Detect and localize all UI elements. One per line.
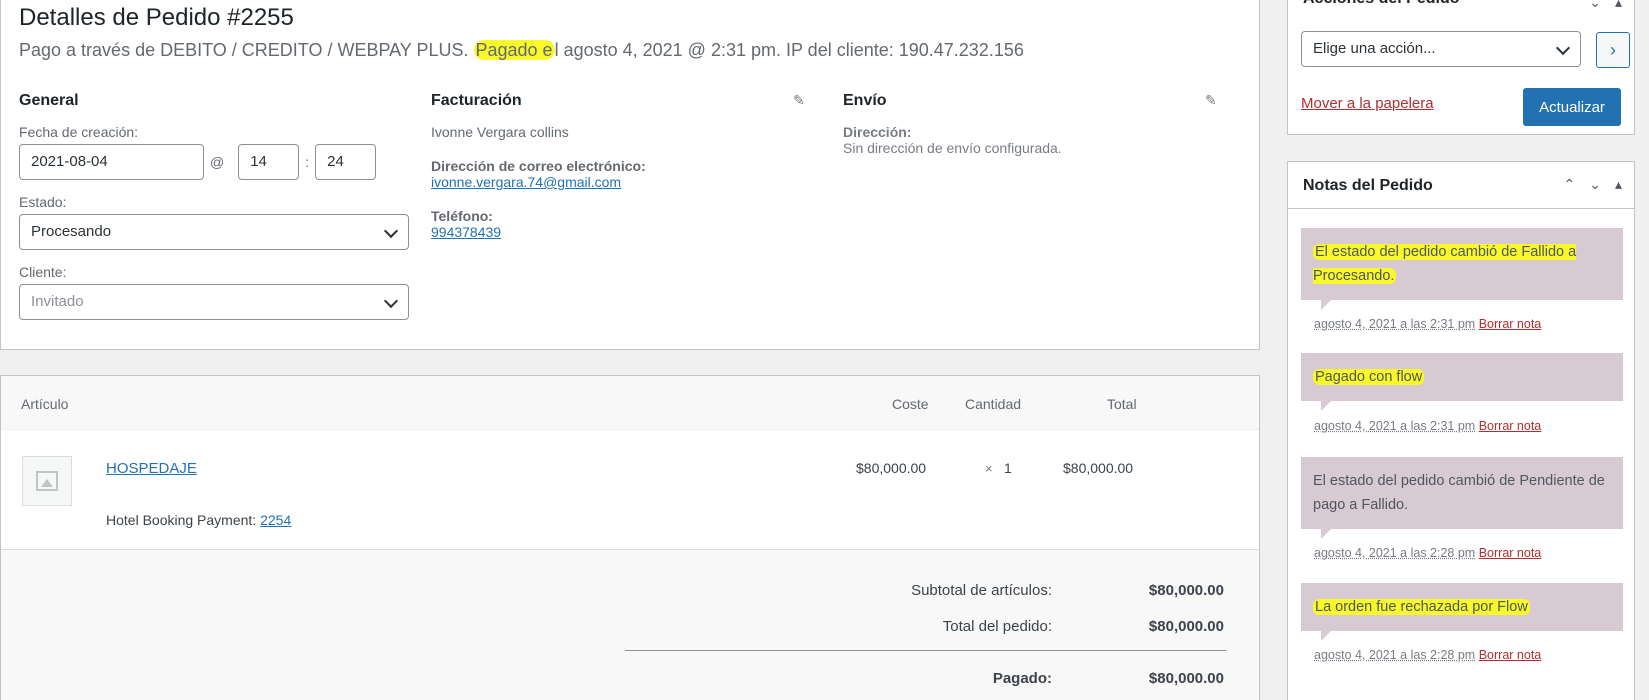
collapse-icon[interactable]: ▴ <box>1615 0 1622 11</box>
chevron-right-icon: › <box>1610 39 1616 60</box>
chevron-down-icon <box>1555 40 1571 56</box>
billing-name: Ivonne Vergara collins <box>431 124 569 140</box>
notes-divider <box>1288 208 1634 209</box>
header-qty: Cantidad <box>965 396 1022 412</box>
note-meta: agosto 4, 2021 a las 2:31 pm Borrar nota <box>1314 419 1541 433</box>
image-icon <box>36 471 58 491</box>
note-date: agosto 4, 2021 a las 2:28 pm <box>1314 546 1476 560</box>
billing-heading: Facturación <box>431 92 522 109</box>
shipping-heading: Envío <box>843 92 887 109</box>
note-date: agosto 4, 2021 a las 2:31 pm <box>1314 317 1476 331</box>
billing-email-label: Dirección de correo electrónico: <box>431 158 646 174</box>
paid-label: Pagado: <box>992 670 1052 687</box>
item-name-link[interactable]: HOSPEDAJE <box>106 460 197 477</box>
header-cost: Coste <box>892 396 929 412</box>
general-column: General Fecha de creación: 2021-08-04 @ … <box>19 92 409 320</box>
order-minute-input[interactable]: 24 <box>315 144 377 180</box>
subtotal-label: Subtotal de artículos: <box>911 582 1052 599</box>
chevron-up-icon[interactable]: ⌃ <box>1564 176 1576 193</box>
item-meta-label: Hotel Booking Payment: <box>106 512 257 528</box>
customer-value: Invitado <box>31 293 84 310</box>
customer-select[interactable]: Invitado <box>19 284 409 320</box>
chevron-down-icon[interactable]: ⌄ <box>1589 0 1601 11</box>
chevron-down-icon <box>383 223 399 239</box>
item-qty-times: × <box>985 461 993 476</box>
order-payment-info: Pago a través de DEBITO / CREDITO / WEBP… <box>19 40 1024 61</box>
order-total-value: $80,000.00 <box>1148 618 1224 635</box>
billing-email-link[interactable]: ivonne.vergara.74@gmail.com <box>431 174 621 190</box>
billing-phone-label: Teléfono: <box>431 208 493 224</box>
order-title: Detalles de Pedido #2255 <box>19 4 294 31</box>
delete-note-link[interactable]: Borrar nota <box>1479 317 1542 331</box>
order-data-panel: Detalles de Pedido #2255 Pago a través d… <box>0 0 1260 350</box>
note-text: La orden fue rechazada por Flow <box>1313 599 1530 615</box>
shipping-address-label: Dirección: <box>843 124 912 140</box>
move-to-trash-link[interactable]: Mover a la papelera <box>1301 95 1434 112</box>
order-notes-panel: Notas del Pedido ⌃ ⌄ ▴ El estado del ped… <box>1287 161 1635 700</box>
order-actions-title: Acciones del Pedido <box>1303 0 1459 8</box>
panel-controls: ⌃ ⌄ ▴ <box>1564 0 1623 11</box>
billing-column: Facturación ✎ Ivonne Vergara collins Dir… <box>431 92 821 242</box>
order-action-select[interactable]: Elige una acción... <box>1301 31 1581 67</box>
pencil-icon[interactable]: ✎ <box>793 92 809 108</box>
order-status-select[interactable]: Procesando <box>19 214 409 250</box>
order-payment-highlight: Pagado e <box>473 40 555 60</box>
delete-note-link[interactable]: Borrar nota <box>1479 546 1542 560</box>
product-placeholder-image <box>22 456 72 506</box>
header-total: Total <box>1107 396 1137 412</box>
note-content: El estado del pedido cambió de Fallido a… <box>1301 228 1623 310</box>
chevron-up-icon[interactable]: ⌃ <box>1564 0 1576 11</box>
note-meta: agosto 4, 2021 a las 2:28 pm Borrar nota <box>1314 648 1541 662</box>
update-button[interactable]: Actualizar <box>1523 88 1621 126</box>
item-meta: Hotel Booking Payment: 2254 <box>106 512 291 528</box>
order-action-value: Elige una acción... <box>1313 40 1436 57</box>
items-table-header: Artículo Coste Cantidad Total <box>1 376 1259 430</box>
order-payment-info-pre: Pago a través de DEBITO / CREDITO / WEBP… <box>19 40 474 60</box>
paid-value: $80,000.00 <box>1148 670 1224 687</box>
billing-phone-link[interactable]: 994378439 <box>431 224 501 240</box>
order-status-value: Procesando <box>31 223 112 240</box>
time-colon: : <box>305 154 310 170</box>
note-content: La orden fue rechazada por Flow <box>1301 583 1623 641</box>
note-date: agosto 4, 2021 a las 2:31 pm <box>1314 419 1476 433</box>
order-notes-title: Notas del Pedido <box>1303 177 1433 194</box>
subtotal-value: $80,000.00 <box>1148 582 1224 599</box>
order-totals: Subtotal de artículos: $80,000.00 Total … <box>1 550 1259 700</box>
note-meta: agosto 4, 2021 a las 2:31 pm Borrar nota <box>1314 317 1541 331</box>
chevron-down-icon <box>383 293 399 309</box>
item-total: $80,000.00 <box>1063 460 1134 476</box>
at-symbol: @ <box>210 154 225 170</box>
item-cost: $80,000.00 <box>856 460 927 476</box>
note-content: El estado del pedido cambió de Pendiente… <box>1301 457 1623 539</box>
table-row: HOSPEDAJE $80,000.00 × 1 $80,000.00 Hote… <box>1 430 1259 550</box>
order-hour-input[interactable]: 14 <box>238 144 300 180</box>
note-text: El estado del pedido cambió de Pendiente… <box>1313 473 1605 513</box>
order-date-input[interactable]: 2021-08-04 <box>19 144 204 180</box>
panel-controls: ⌃ ⌄ ▴ <box>1564 176 1623 193</box>
order-items-panel: Artículo Coste Cantidad Total HOSPEDAJE … <box>0 375 1260 700</box>
note-text: El estado del pedido cambió de Fallido a… <box>1313 244 1577 284</box>
shipping-column: Envío ✎ Dirección: Sin dirección de enví… <box>843 92 1233 158</box>
note-content: Pagado con flow <box>1301 353 1623 411</box>
item-qty: 1 <box>1004 460 1012 476</box>
shipping-address-value: Sin dirección de envío configurada. <box>843 140 1062 156</box>
note-date: agosto 4, 2021 a las 2:28 pm <box>1314 648 1476 662</box>
note-meta: agosto 4, 2021 a las 2:28 pm Borrar nota <box>1314 546 1541 560</box>
order-payment-info-post: l agosto 4, 2021 @ 2:31 pm. IP del clien… <box>554 40 1024 60</box>
totals-divider <box>625 650 1226 651</box>
collapse-icon[interactable]: ▴ <box>1615 176 1622 193</box>
general-heading: General <box>19 92 79 109</box>
chevron-down-icon[interactable]: ⌄ <box>1589 176 1601 193</box>
created-date-label: Fecha de creación: <box>19 124 139 140</box>
pencil-icon[interactable]: ✎ <box>1205 92 1221 108</box>
customer-label: Cliente: <box>19 264 67 280</box>
note-text: Pagado con flow <box>1313 369 1425 385</box>
delete-note-link[interactable]: Borrar nota <box>1479 419 1542 433</box>
booking-payment-link[interactable]: 2254 <box>260 512 291 528</box>
order-total-label: Total del pedido: <box>942 618 1052 635</box>
apply-action-button[interactable]: › <box>1596 32 1630 68</box>
status-label: Estado: <box>19 194 67 210</box>
delete-note-link[interactable]: Borrar nota <box>1479 648 1542 662</box>
header-article: Artículo <box>21 396 69 412</box>
